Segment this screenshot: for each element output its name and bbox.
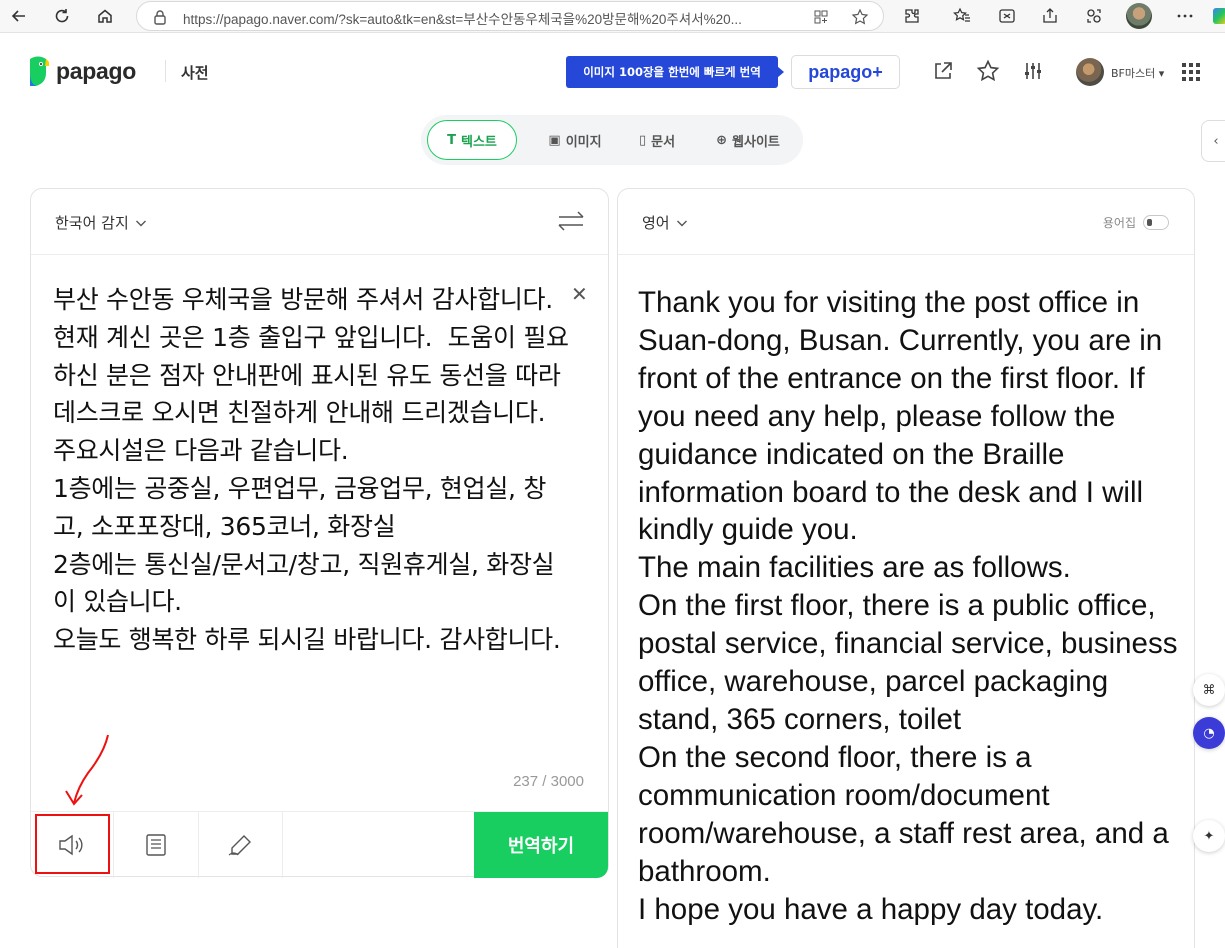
swap-languages-icon[interactable] xyxy=(556,209,586,233)
settings-sliders-icon[interactable] xyxy=(1020,58,1046,84)
tab-document[interactable]: ▯ 문서 xyxy=(627,120,687,160)
favorites-icon[interactable] xyxy=(949,4,975,28)
user-name-label: BF마스터 xyxy=(1111,67,1156,80)
chevron-down-icon xyxy=(676,220,687,226)
document-mode-icon: ▯ xyxy=(638,132,647,148)
handwriting-button[interactable] xyxy=(199,812,283,878)
source-language-select[interactable]: 한국어 감지 xyxy=(55,212,147,233)
favorite-star-icon[interactable] xyxy=(851,8,869,26)
web-capture-icon[interactable] xyxy=(994,4,1020,28)
annotation-highlight-box xyxy=(35,814,110,874)
lock-icon xyxy=(154,10,166,25)
glossary-toggle[interactable] xyxy=(1143,215,1169,230)
floating-ai-sparkle-icon[interactable]: ✦ xyxy=(1193,820,1225,852)
tab-document-label: 문서 xyxy=(651,134,676,150)
floating-assistant-icon[interactable]: ◔ xyxy=(1193,717,1225,749)
translation-output: Thank you for visiting the post office i… xyxy=(638,286,1178,926)
browser-profile-avatar[interactable] xyxy=(1126,3,1152,29)
back-arrow-icon[interactable] xyxy=(6,4,32,28)
chevron-left-icon: ‹ xyxy=(1213,133,1219,149)
image-mode-icon: ▣ xyxy=(548,132,561,148)
annotation-arrow xyxy=(65,734,109,806)
papago-parrot-icon xyxy=(30,56,50,86)
target-panel: 영어 용어집 Thank you for visiting the post o… xyxy=(617,188,1195,948)
target-language-label: 영어 xyxy=(642,214,670,232)
user-avatar[interactable] xyxy=(1076,58,1104,86)
papago-logo[interactable]: papago xyxy=(26,55,136,87)
papago-plus-button[interactable]: papago+ xyxy=(791,55,900,89)
refresh-icon[interactable] xyxy=(49,4,75,28)
glossary-label: 용어집 xyxy=(1102,216,1136,230)
side-panel-toggle[interactable]: ‹ xyxy=(1201,120,1225,162)
more-menu-icon[interactable] xyxy=(1172,4,1198,28)
translate-button[interactable]: 번역하기 xyxy=(474,812,608,878)
mode-tab-bar: T 텍스트 ▣ 이미지 ▯ 문서 ⊕ 웹사이트 xyxy=(421,115,803,165)
url-text: https://papago.naver.com/?sk=auto&tk=en&… xyxy=(183,12,742,27)
globe-icon: ⊕ xyxy=(716,132,728,148)
tab-website-label: 웹사이트 xyxy=(732,134,780,150)
collections-icon[interactable] xyxy=(1081,4,1107,28)
tab-image[interactable]: ▣ 이미지 xyxy=(535,120,615,160)
favorites-star-icon[interactable] xyxy=(975,58,1001,84)
dictionary-link[interactable]: 사전 xyxy=(181,62,209,83)
app-available-icon[interactable] xyxy=(813,9,829,25)
share-icon[interactable] xyxy=(1037,4,1063,28)
clear-text-icon[interactable]: ✕ xyxy=(571,284,589,304)
user-caret-icon: ▾ xyxy=(1158,67,1165,80)
source-panel-header: 한국어 감지 xyxy=(31,189,608,255)
address-bar[interactable]: https://papago.naver.com/?sk=auto&tk=en&… xyxy=(136,1,884,31)
papago-plus-label: papago+ xyxy=(808,61,883,82)
copilot-icon[interactable] xyxy=(1213,8,1225,24)
source-textarea[interactable]: 부산 수안동 우체국을 방문해 주셔서 감사합니다. 현재 계신 곳은 1층 출… xyxy=(53,281,573,659)
floating-grid-icon[interactable]: ⌘ xyxy=(1193,674,1225,706)
text-mode-icon: T xyxy=(447,132,456,148)
target-panel-header: 영어 용어집 xyxy=(618,189,1194,255)
dictionary-button[interactable] xyxy=(114,812,199,878)
extensions-icon[interactable] xyxy=(899,4,925,28)
user-name-menu[interactable]: BF마스터 ▾ xyxy=(1111,65,1164,81)
source-language-label: 한국어 감지 xyxy=(55,214,129,232)
character-count: 237 / 3000 xyxy=(513,773,584,790)
book-icon xyxy=(146,834,166,856)
header-divider xyxy=(165,60,166,82)
browser-toolbar: https://papago.naver.com/?sk=auto&tk=en&… xyxy=(0,0,1225,33)
home-icon[interactable] xyxy=(92,4,118,28)
chevron-down-icon xyxy=(135,220,146,226)
tab-website[interactable]: ⊕ 웹사이트 xyxy=(709,120,787,160)
pen-icon xyxy=(228,835,251,856)
logo-text: papago xyxy=(56,57,136,84)
open-external-icon[interactable] xyxy=(930,58,956,84)
promo-banner[interactable]: 이미지 100장을 한번에 빠르게 번역 xyxy=(566,56,784,88)
tab-image-label: 이미지 xyxy=(565,134,602,150)
apps-grid-icon[interactable] xyxy=(1182,63,1200,81)
tab-text-label: 텍스트 xyxy=(460,134,497,150)
tab-text[interactable]: T 텍스트 xyxy=(427,120,517,160)
target-language-select[interactable]: 영어 xyxy=(642,212,688,233)
source-panel-footer: 번역하기 xyxy=(31,811,608,878)
